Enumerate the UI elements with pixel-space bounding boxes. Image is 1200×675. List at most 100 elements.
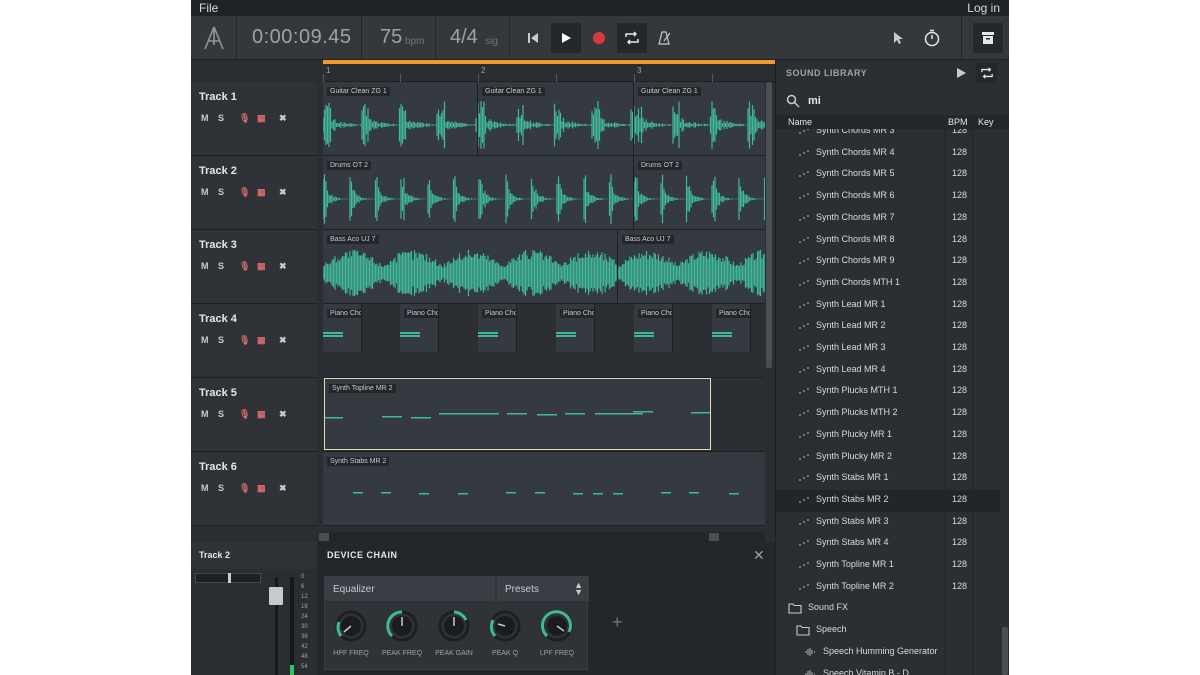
track-lane[interactable]: Synth Topline MR 2 <box>323 378 767 452</box>
midi-clip-selected[interactable]: Synth Topline MR 2 <box>324 378 711 450</box>
library-search-input[interactable] <box>808 93 988 109</box>
library-item[interactable]: Synth Chords MR 9 128 <box>776 251 1000 273</box>
mute-button[interactable]: M <box>201 335 209 345</box>
audio-clip[interactable]: Drums OT 2 <box>323 156 634 229</box>
track-name[interactable]: Track 3 <box>199 239 237 251</box>
track-lane[interactable]: Drums OT 2 Drums OT 2 <box>323 156 767 230</box>
library-scrollbar[interactable] <box>1001 129 1009 675</box>
library-item[interactable]: Synth Stabs MR 3 128 <box>776 512 1000 534</box>
solo-button[interactable]: S <box>218 261 224 271</box>
close-panel-icon[interactable]: ✕ <box>753 547 765 564</box>
track-name[interactable]: Track 2 <box>199 165 237 177</box>
track-name[interactable]: Track 5 <box>199 387 237 399</box>
library-item[interactable]: Synth Chords MTH 1 128 <box>776 273 1000 295</box>
instrument-icon[interactable]: ▦ <box>257 113 266 124</box>
midi-clip[interactable]: Piano Cho <box>478 304 517 352</box>
track-name[interactable]: Track 1 <box>199 91 237 103</box>
tempo-value[interactable]: 75 <box>380 26 402 49</box>
metronome-button[interactable] <box>650 23 680 53</box>
midi-clip[interactable]: Piano Cho <box>712 304 751 352</box>
audio-clip[interactable]: Drums OT 2 <box>634 156 767 229</box>
presets-dropdown[interactable]: Presets ▲ ▼ <box>497 577 589 601</box>
volume-fader-handle[interactable] <box>269 587 283 605</box>
delete-track-icon[interactable]: ✖ <box>279 483 287 494</box>
library-item[interactable]: Synth Stabs MR 4 128 <box>776 533 1000 555</box>
arrangement-vertical-scrollbar[interactable] <box>765 82 773 526</box>
record-arm-icon[interactable]: 🎙 <box>239 261 250 272</box>
library-item[interactable]: Synth Plucks MTH 2 128 <box>776 403 1000 425</box>
pan-slider-handle[interactable] <box>228 573 231 583</box>
preview-loop-button[interactable] <box>976 63 998 83</box>
audio-clip[interactable]: Guitar Clean ZG 1 <box>634 82 767 155</box>
arrangement-horizontal-scrollbar[interactable] <box>319 532 765 542</box>
track-lane[interactable]: Bass Aco UJ 7 Bass Aco UJ 7 <box>323 230 767 304</box>
library-item[interactable]: Synth Plucks MTH 1 128 <box>776 381 1000 403</box>
midi-clip[interactable]: Piano Cho <box>634 304 673 352</box>
solo-button[interactable]: S <box>218 409 224 419</box>
instrument-icon[interactable]: ▦ <box>257 483 266 494</box>
preview-play-button[interactable] <box>954 66 968 80</box>
knob-peak-gain[interactable]: PEAK GAIN <box>432 610 476 666</box>
audio-clip[interactable]: Guitar Clean ZG 1 <box>323 82 478 155</box>
time-signature-value[interactable]: 4/4 <box>450 26 478 49</box>
record-arm-icon[interactable]: 🎙 <box>239 187 250 198</box>
track-lane[interactable]: Piano Cho Piano Cho Piano Cho Piano Cho … <box>323 304 767 378</box>
column-header-bpm[interactable]: BPM <box>948 117 968 127</box>
mute-button[interactable]: M <box>201 187 209 197</box>
knob-peak-q[interactable]: PEAK Q <box>483 610 527 666</box>
solo-button[interactable]: S <box>218 335 224 345</box>
library-item[interactable]: Synth Stabs MR 1 128 <box>776 468 1000 490</box>
library-toggle-button[interactable] <box>973 23 1003 53</box>
midi-clip[interactable]: Piano Cho <box>323 304 362 352</box>
midi-clip[interactable]: Piano Cho <box>556 304 595 352</box>
midi-clip[interactable]: Piano Cho <box>400 304 439 352</box>
audio-clip[interactable]: Guitar Clean ZG 1 <box>478 82 634 155</box>
library-item[interactable]: Synth Lead MR 4 128 <box>776 360 1000 382</box>
track-header[interactable]: Track 2 M S 🎙 ▦ ✖ <box>191 156 317 230</box>
library-folder-sound-fx[interactable]: Sound FX <box>776 598 1000 620</box>
library-item[interactable]: Synth Plucky MR 2 128 <box>776 447 1000 469</box>
mute-button[interactable]: M <box>201 113 209 123</box>
track-lane[interactable]: Synth Stabs MR 2 <box>323 452 767 526</box>
library-item[interactable]: Synth Lead MR 3 128 <box>776 338 1000 360</box>
library-item[interactable]: Speech Humming Generator <box>776 642 1000 664</box>
audio-clip[interactable]: Bass Aco UJ 7 <box>323 230 618 303</box>
track-name[interactable]: Track 6 <box>199 461 237 473</box>
solo-button[interactable]: S <box>218 483 224 493</box>
library-item[interactable]: Synth Chords MR 8 128 <box>776 230 1000 252</box>
timer-button[interactable] <box>917 23 947 53</box>
delete-track-icon[interactable]: ✖ <box>279 335 287 346</box>
track-header[interactable]: Track 6 M S 🎙 ▦ ✖ <box>191 452 317 526</box>
library-item[interactable]: Synth Lead MR 2 128 <box>776 316 1000 338</box>
instrument-icon[interactable]: ▦ <box>257 187 266 198</box>
pan-slider[interactable] <box>195 573 261 583</box>
delete-track-icon[interactable]: ✖ <box>279 261 287 272</box>
scrollbar-thumb[interactable] <box>1002 627 1008 675</box>
device-name-field[interactable]: Equalizer <box>325 577 495 601</box>
solo-button[interactable]: S <box>218 187 224 197</box>
track-header[interactable]: Track 5 M S 🎙 ▦ ✖ <box>191 378 317 452</box>
instrument-icon[interactable]: ▦ <box>257 335 266 346</box>
loop-toggle-button[interactable] <box>617 23 647 53</box>
record-arm-icon[interactable]: 🎙 <box>239 409 250 420</box>
library-item[interactable]: Synth Plucky MR 1 128 <box>776 425 1000 447</box>
mute-button[interactable]: M <box>201 409 209 419</box>
skip-to-start-button[interactable] <box>518 23 548 53</box>
loop-region-bar[interactable] <box>323 60 775 64</box>
library-item[interactable]: Synth Topline MR 2 128 <box>776 577 1000 599</box>
solo-button[interactable]: S <box>218 113 224 123</box>
scrollbar-handle-right[interactable] <box>709 533 719 541</box>
column-header-name[interactable]: Name <box>788 117 812 127</box>
library-item[interactable]: Synth Topline MR 1 128 <box>776 555 1000 577</box>
instrument-icon[interactable]: ▦ <box>257 409 266 420</box>
library-item[interactable]: Speech Vitamin B - D <box>776 664 1000 675</box>
library-item[interactable]: Synth Chords MR 4 128 <box>776 143 1000 165</box>
midi-clip[interactable]: Synth Stabs MR 2 <box>323 452 767 525</box>
record-arm-icon[interactable]: 🎙 <box>239 335 250 346</box>
library-folder-speech[interactable]: Speech <box>776 620 1000 642</box>
audio-clip[interactable]: Bass Aco UJ 7 <box>618 230 767 303</box>
track-header[interactable]: Track 3 M S 🎙 ▦ ✖ <box>191 230 317 304</box>
knob-peak-freq[interactable]: PEAK FREQ <box>380 610 424 666</box>
track-header[interactable]: Track 4 M S 🎙 ▦ ✖ <box>191 304 317 378</box>
library-item[interactable]: Synth Chords MR 7 128 <box>776 208 1000 230</box>
